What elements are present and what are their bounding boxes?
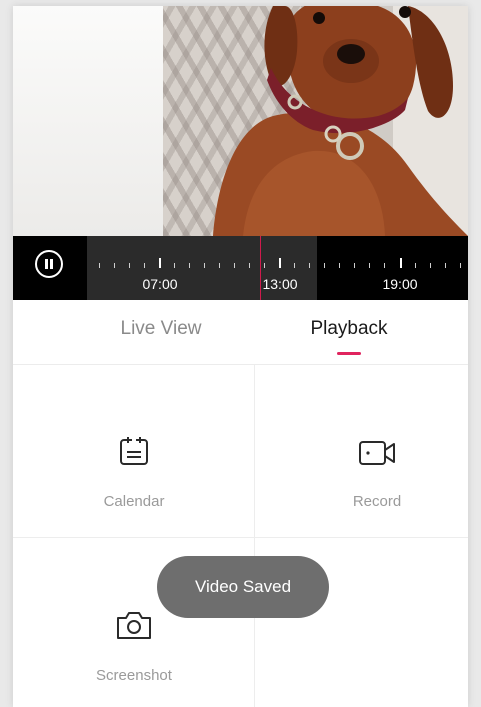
timeline-tick-major bbox=[279, 258, 281, 268]
timeline-tick bbox=[384, 263, 385, 268]
timeline-label: 07:00 bbox=[142, 276, 178, 292]
timeline-tick bbox=[415, 263, 416, 268]
timeline-tick bbox=[445, 263, 446, 268]
timeline-tick bbox=[430, 263, 431, 268]
timeline-label: 19:00 bbox=[382, 276, 418, 292]
grid-divider bbox=[254, 365, 255, 707]
record-label: Record bbox=[352, 493, 402, 510]
timeline-tick bbox=[114, 263, 115, 268]
timeline-tick bbox=[129, 263, 130, 268]
video-saved-toast: Video Saved bbox=[157, 556, 329, 618]
timeline-tick-major bbox=[159, 258, 161, 268]
timeline-tick bbox=[219, 263, 220, 268]
grid-divider bbox=[13, 537, 468, 538]
screenshot-button[interactable]: Screenshot bbox=[54, 609, 214, 684]
tab-live-view[interactable]: Live View bbox=[121, 318, 202, 340]
timeline-tick bbox=[99, 263, 100, 268]
camera-feed[interactable] bbox=[13, 6, 468, 236]
timeline-tick bbox=[460, 263, 461, 268]
timeline-tick bbox=[144, 263, 145, 268]
active-tab-indicator bbox=[337, 352, 361, 355]
video-camera-icon bbox=[359, 441, 395, 465]
calendar-button[interactable]: Calendar bbox=[54, 435, 214, 510]
view-tabs: Live View Playback bbox=[13, 300, 468, 365]
timeline-tick-major bbox=[400, 258, 402, 268]
screenshot-label: Screenshot bbox=[96, 667, 172, 684]
calendar-label: Calendar bbox=[103, 493, 165, 510]
timeline-tick bbox=[309, 263, 310, 268]
timeline-tick bbox=[369, 263, 370, 268]
playback-timeline[interactable]: 07:00 13:00 19:00 bbox=[13, 236, 468, 300]
timeline-tick bbox=[339, 263, 340, 268]
camera-icon bbox=[117, 612, 151, 639]
timeline-tick bbox=[264, 263, 265, 268]
calendar-icon bbox=[120, 437, 148, 465]
timeline-tick bbox=[249, 263, 250, 268]
playback-actions: Calendar Record Screenshot bbox=[13, 365, 468, 707]
timeline-tick bbox=[204, 263, 205, 268]
timeline-tick bbox=[354, 263, 355, 268]
timeline-tick bbox=[234, 263, 235, 268]
timeline-label: 13:00 bbox=[262, 276, 298, 292]
timeline-tick bbox=[189, 263, 190, 268]
timeline-tick bbox=[294, 263, 295, 268]
timeline-tick bbox=[174, 263, 175, 268]
pause-icon[interactable] bbox=[35, 250, 63, 278]
tab-playback[interactable]: Playback bbox=[310, 318, 387, 340]
timeline-cursor[interactable] bbox=[260, 236, 261, 300]
record-button[interactable]: Record bbox=[297, 439, 457, 510]
dog-image bbox=[213, 6, 468, 236]
timeline-tick bbox=[324, 263, 325, 268]
